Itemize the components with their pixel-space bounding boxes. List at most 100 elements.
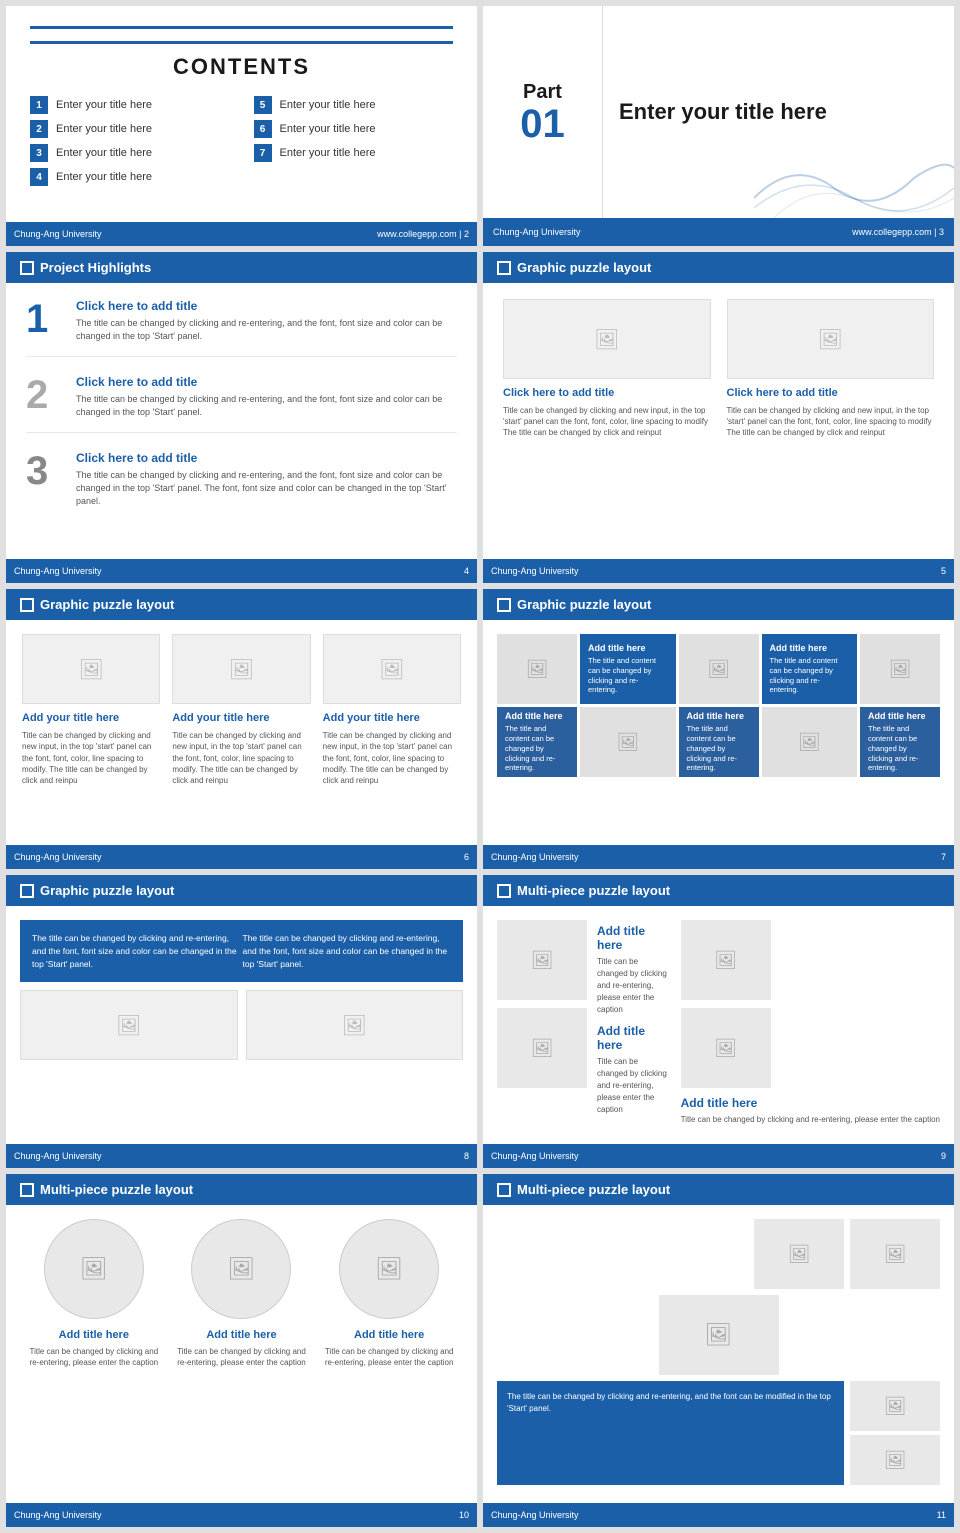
item-number: 1: [30, 96, 48, 114]
header-title: Graphic puzzle layout: [40, 597, 174, 612]
card-text: Title can be changed by clicking and re-…: [321, 1346, 457, 1368]
graphic8-top: The title can be changed by clicking and…: [20, 920, 463, 982]
section-header: Project Highlights: [6, 252, 477, 283]
part-number-area: Part 01: [483, 6, 603, 218]
item-text: Enter your title here: [280, 123, 376, 135]
footer-left: Chung-Ang University: [14, 1151, 102, 1161]
slide-multi9: Multi-piece puzzle layout 🖼 🖼 Add title …: [483, 875, 954, 1168]
item-number: 2: [30, 120, 48, 138]
item-text: The title can be changed by clicking and…: [76, 317, 457, 342]
header-icon: [497, 1183, 511, 1197]
puzzle-text-cell: Add title here The title and content can…: [580, 634, 676, 704]
cell-title: Add title here: [588, 643, 668, 653]
slide-graphic3a: Graphic puzzle layout 🖼 Add your title h…: [6, 589, 477, 869]
part-label: Part: [523, 81, 562, 104]
section-header: Multi-piece puzzle layout: [483, 1174, 954, 1205]
image-icon: 🖼: [78, 657, 103, 682]
card-title: Click here to add title: [727, 387, 935, 399]
item-text: Enter your title here: [56, 171, 152, 183]
item-number: 3: [30, 144, 48, 162]
header-icon: [497, 884, 511, 898]
slide-graphic8: Graphic puzzle layout The title can be c…: [6, 875, 477, 1168]
list-item: 6 Enter your title here: [254, 120, 454, 138]
section-header: Multi-piece puzzle layout: [6, 1174, 477, 1205]
image-icon: 🖼: [594, 327, 619, 352]
list-item: 2 Enter your title here: [30, 120, 230, 138]
graphic-card: 🖼 Click here to add title Title can be c…: [503, 299, 711, 439]
card-text: Title can be changed by clicking and new…: [172, 730, 310, 786]
card-text: Title can be changed by clicking and re-…: [26, 1346, 162, 1368]
footer-left: Chung-Ang University: [14, 229, 102, 239]
item-number: 7: [254, 144, 272, 162]
puzzle-image-cell: 🖼: [497, 634, 577, 704]
item-number: 1: [26, 299, 62, 342]
project-item: 1 Click here to add title The title can …: [26, 299, 457, 357]
image-icon: 🖼: [714, 1038, 737, 1059]
cell-title: Add title here: [505, 711, 569, 721]
image-placeholder: 🖼: [497, 1008, 587, 1088]
puzzle-text-cell: Add title here The title and content can…: [860, 707, 940, 777]
mosaic-top-row: 🖼 🖼: [497, 1219, 940, 1289]
circle-card: 🖼 Add title here Title can be changed by…: [26, 1219, 162, 1368]
slide-footer: Chung-Ang University 9: [483, 1144, 954, 1168]
item-text: The title can be changed by clicking and…: [76, 469, 457, 507]
graphic8-body: The title can be changed by clicking and…: [6, 906, 477, 1074]
section-content: Add title here Title can be changed by c…: [597, 924, 671, 1016]
item-text: Enter your title here: [56, 99, 152, 111]
card-title: Add your title here: [323, 712, 461, 724]
part-number: 01: [520, 104, 565, 144]
project-item: 3 Click here to add title The title can …: [26, 451, 457, 521]
mosaic-mid-row: 🖼: [497, 1295, 940, 1375]
image-placeholder: 🖼: [323, 634, 461, 704]
section-header: Graphic puzzle layout: [6, 589, 477, 620]
mosaic-text-banner: The title can be changed by clicking and…: [497, 1381, 844, 1485]
image-placeholder: 🖼: [172, 634, 310, 704]
slide-footer: Chung-Ang University 7: [483, 845, 954, 869]
card-title: Add title here: [59, 1329, 129, 1341]
slide-footer: Chung-Ang University 5: [483, 559, 954, 583]
list-item: 3 Enter your title here: [30, 144, 230, 162]
slide-footer: Chung-Ang University www.collegepp.com |…: [483, 218, 954, 246]
image-icon: 🖼: [616, 732, 639, 753]
card-title: Add title here: [354, 1329, 424, 1341]
slide-footer: Chung-Ang University 8: [6, 1144, 477, 1168]
section-content: Add title here Title can be changed by c…: [597, 1024, 671, 1116]
footer-left: Chung-Ang University: [14, 566, 102, 576]
card-title: Click here to add title: [503, 387, 711, 399]
center-col: Add title here Title can be changed by c…: [597, 920, 671, 1116]
circle-image: 🖼: [339, 1219, 439, 1319]
image-icon: 🖼: [375, 1256, 403, 1282]
right-col: 🖼 🖼 Add title here Title can be changed …: [681, 920, 940, 1126]
puzzle-text-cell: Add title here The title and content can…: [497, 707, 577, 777]
slide-footer: Chung-Ang University 6: [6, 845, 477, 869]
image-icon: 🖼: [379, 657, 404, 682]
list-item: 4 Enter your title here: [30, 168, 230, 186]
image-icon: 🖼: [889, 659, 912, 680]
circle-card: 🖼 Add title here Title can be changed by…: [321, 1219, 457, 1368]
footer-right: 9: [941, 1151, 946, 1161]
footer-right: 10: [459, 1510, 469, 1520]
header-title: Multi-piece puzzle layout: [517, 1182, 670, 1197]
item-number: 3: [26, 451, 62, 507]
list-item: 1 Enter your title here: [30, 96, 230, 114]
graphic-card: 🖼 Click here to add title Title can be c…: [727, 299, 935, 439]
item-title: Click here to add title: [76, 451, 457, 465]
graphic3-body: 🖼 Add your title here Title can be chang…: [6, 620, 477, 800]
image-icon: 🖼: [531, 1038, 554, 1059]
cell-text: The title and content can be changed by …: [588, 656, 668, 695]
puzzle-image-cell: 🖼: [762, 707, 858, 777]
section-header: Multi-piece puzzle layout: [483, 875, 954, 906]
image-placeholder: 🖼: [20, 990, 238, 1060]
section-content: Add title here Title can be changed by c…: [681, 1096, 940, 1126]
graphic8-text-right: The title can be changed by clicking and…: [243, 932, 452, 970]
item-text: The title can be changed by clicking and…: [76, 393, 457, 418]
item-number: 4: [30, 168, 48, 186]
image-placeholder: 🖼: [727, 299, 935, 379]
item-title: Click here to add title: [76, 299, 457, 313]
graphic8-text-left: The title can be changed by clicking and…: [32, 932, 241, 970]
section-header: Graphic puzzle layout: [6, 875, 477, 906]
graphic2-body: 🖼 Click here to add title Title can be c…: [483, 283, 954, 455]
header-icon: [20, 261, 34, 275]
footer-right: 11: [937, 1510, 946, 1520]
graphic-card: 🖼 Add your title here Title can be chang…: [22, 634, 160, 786]
